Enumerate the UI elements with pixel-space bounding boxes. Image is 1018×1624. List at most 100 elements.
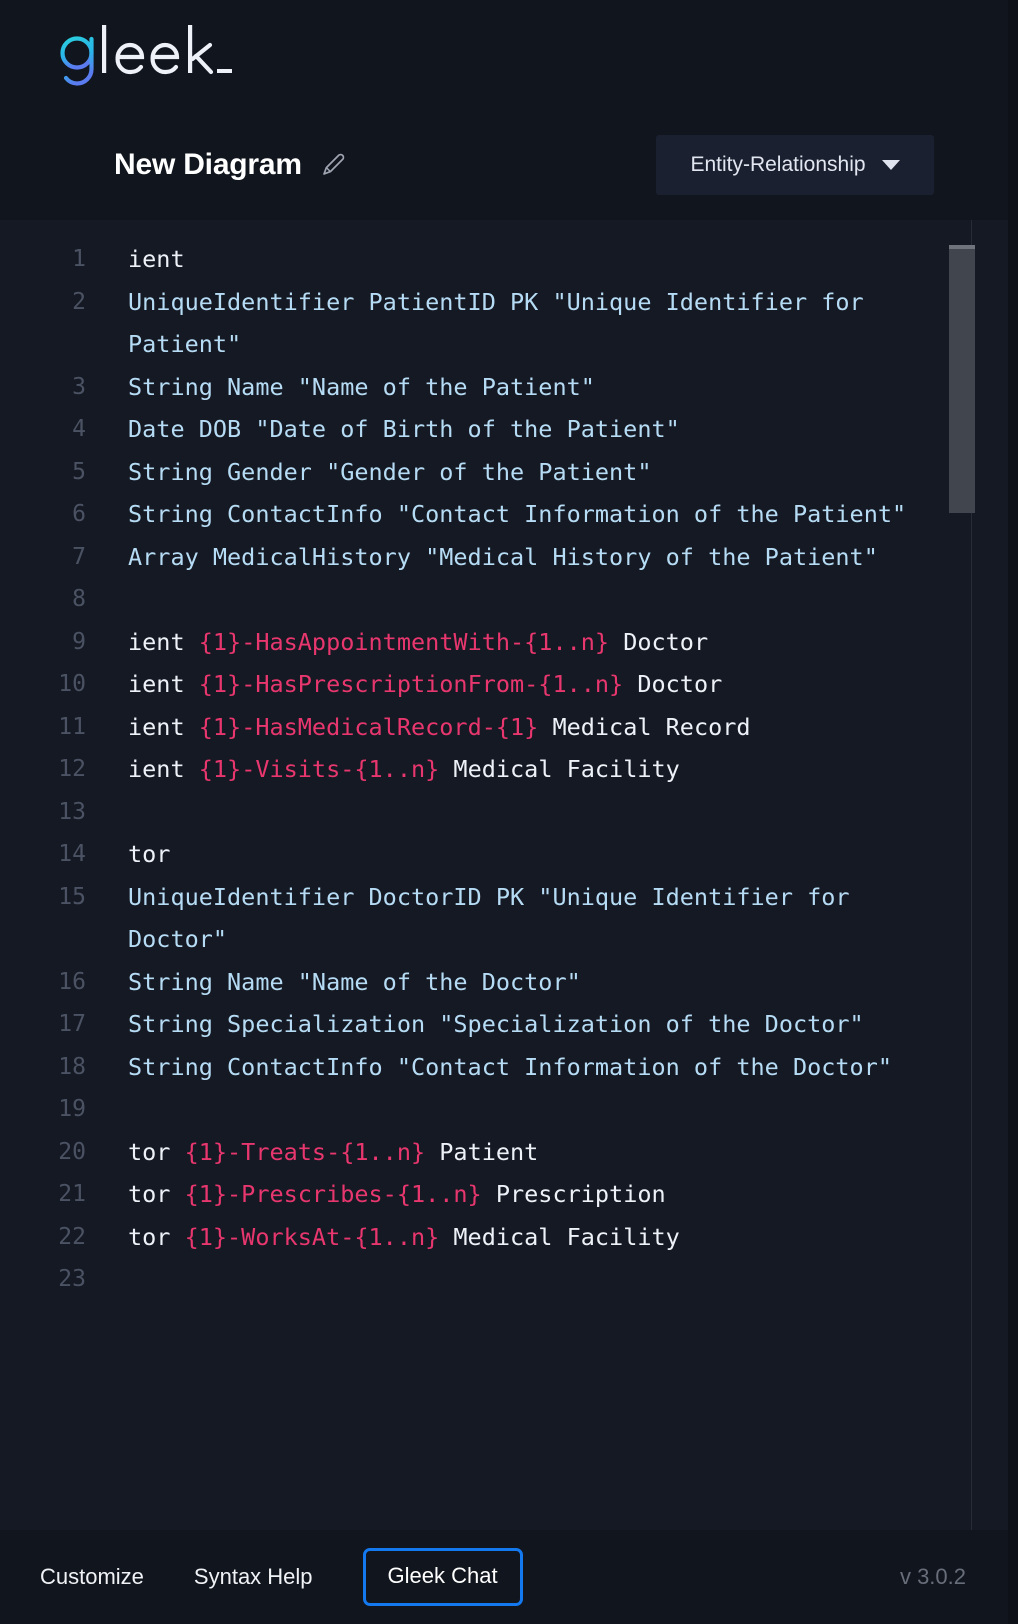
code-line[interactable]: 8 — [0, 578, 1008, 621]
editor-scrollbar-thumb[interactable] — [949, 245, 975, 513]
gleek-app-window: New Diagram Entity-Relationship 1 ient 2 Un… — [0, 0, 1008, 1624]
code-line-content[interactable]: String Name "Name of the Patient" — [86, 366, 1008, 409]
code-token: {1}-Prescribes-{1..n} — [184, 1180, 482, 1208]
code-line[interactable]: 2 UniqueIdentifier PatientID PK "Unique I… — [0, 281, 1008, 366]
code-line[interactable]: 9 ient {1}-HasAppointmentWith-{1..n} Doct… — [0, 621, 1008, 664]
code-line-content[interactable]: tor {1}-Prescribes-{1..n} Prescription — [86, 1173, 1008, 1216]
code-line-content[interactable] — [86, 791, 1008, 834]
code-line[interactable]: 7 Array MedicalHistory "Medical History o… — [0, 536, 1008, 579]
code-line-content[interactable]: String Specialization "Specialization of… — [86, 1003, 1008, 1046]
code-line-content[interactable] — [86, 1258, 1008, 1301]
code-line-content[interactable]: String ContactInfo "Contact Information … — [86, 493, 1008, 536]
code-line[interactable]: 19 — [0, 1088, 1008, 1131]
code-token: String Specialization "Specialization of… — [128, 1010, 864, 1038]
line-number: 2 — [72, 288, 86, 315]
code-token: Patient — [425, 1137, 539, 1166]
code-line[interactable]: 18 String ContactInfo "Contact Informatio… — [0, 1046, 1008, 1089]
line-number: 22 — [58, 1223, 86, 1250]
code-token: Date DOB "Date of Birth of the Patient" — [128, 415, 680, 443]
line-number: 18 — [58, 1053, 86, 1080]
code-token: {1}-Visits-{1..n} — [198, 755, 440, 783]
code-token: ient — [128, 755, 199, 783]
code-line-content[interactable]: tor {1}-Treats-{1..n} Patient — [86, 1131, 1008, 1174]
code-line[interactable]: 16 String Name "Name of the Doctor" — [0, 961, 1008, 1004]
code-token: Medical Facility — [439, 755, 680, 783]
code-line-content[interactable]: Date DOB "Date of Birth of the Patient" — [86, 408, 1008, 451]
code-token: tor — [128, 1222, 185, 1251]
line-number: 12 — [58, 756, 86, 782]
code-line-content[interactable]: tor {1}-WorksAt-{1..n} Medical Facility — [86, 1216, 1008, 1259]
code-line-content[interactable]: String Gender "Gender of the Patient" — [86, 451, 1008, 494]
code-line[interactable]: 22 tor {1}-WorksAt-{1..n} Medical Facilit… — [0, 1216, 1008, 1259]
brand-bar — [0, 0, 1008, 110]
line-number: 5 — [72, 458, 86, 485]
code-line[interactable]: 23 — [0, 1258, 1008, 1301]
code-line[interactable]: 4 Date DOB "Date of Birth of the Patient" — [0, 408, 1008, 451]
code-line[interactable]: 10 ient {1}-HasPrescriptionFrom-{1..n} Do… — [0, 663, 1008, 706]
gleek-chat-button[interactable]: Gleek Chat — [362, 1548, 523, 1606]
code-token: ient — [128, 712, 199, 741]
code-token: String Name "Name of the Doctor" — [128, 967, 581, 996]
line-number: 1 — [72, 246, 86, 272]
diagram-type-select[interactable]: Entity-Relationship — [656, 135, 934, 195]
code-line-content[interactable]: UniqueIdentifier PatientID PK "Unique Id… — [86, 281, 1008, 366]
code-editor[interactable]: 1 ient 2 UniqueIdentifier PatientID PK "Uni… — [0, 220, 1008, 1530]
code-line-content[interactable]: UniqueIdentifier DoctorID PK "Unique Ide… — [86, 876, 1008, 961]
line-number: 11 — [58, 713, 86, 740]
code-line[interactable]: 1 ient — [0, 238, 1008, 281]
code-line[interactable]: 17 String Specialization "Specialization … — [0, 1003, 1008, 1046]
syntax-help-button[interactable]: Syntax Help — [194, 1564, 313, 1590]
code-line[interactable]: 5 String Gender "Gender of the Patient" — [0, 451, 1008, 494]
chevron-down-icon — [881, 160, 900, 170]
code-token: UniqueIdentifier PatientID PK "Unique Id… — [128, 287, 878, 359]
code-line[interactable]: 21 tor {1}-Prescribes-{1..n} Prescription — [0, 1173, 1008, 1216]
code-token: Prescription — [481, 1180, 666, 1208]
code-token: {1}-HasAppointmentWith-{1..n} — [198, 627, 610, 656]
code-token: tor — [128, 1180, 185, 1208]
code-line-content[interactable]: ient {1}-HasMedicalRecord-{1} Medical Re… — [86, 706, 1008, 749]
code-line[interactable]: 11 ient {1}-HasMedicalRecord-{1} Medical … — [0, 706, 1008, 749]
code-line[interactable]: 3 String Name "Name of the Patient" — [0, 366, 1008, 409]
gleek-logo[interactable] — [58, 19, 233, 91]
code-line-content[interactable]: Array MedicalHistory "Medical History of… — [86, 536, 1008, 579]
code-token: String ContactInfo "Contact Information … — [128, 1052, 893, 1081]
code-line-content[interactable]: ient {1}-Visits-{1..n} Medical Facility — [86, 748, 1008, 791]
code-token: Array MedicalHistory "Medical History of… — [128, 542, 878, 571]
code-token: Medical Record — [538, 712, 751, 741]
code-line[interactable]: 14 tor — [0, 833, 1008, 876]
code-line[interactable]: 12 ient {1}-Visits-{1..n} Medical Facilit… — [0, 748, 1008, 791]
line-number: 4 — [72, 416, 86, 442]
code-line-content[interactable] — [86, 578, 1008, 621]
code-editor-panel[interactable]: 1 ient 2 UniqueIdentifier PatientID PK "Uni… — [0, 220, 1008, 1530]
line-number: 7 — [72, 543, 86, 570]
line-number: 17 — [58, 1011, 86, 1037]
line-number: 15 — [58, 883, 86, 910]
code-line[interactable]: 13 — [0, 791, 1008, 834]
line-number: 3 — [72, 373, 86, 400]
pencil-icon[interactable] — [320, 152, 346, 178]
code-line-content[interactable] — [86, 1088, 1008, 1131]
code-line[interactable]: 6 String ContactInfo "Contact Information… — [0, 493, 1008, 536]
code-line[interactable]: 20 tor {1}-Treats-{1..n} Patient — [0, 1131, 1008, 1174]
code-line-content[interactable]: String ContactInfo "Contact Information … — [86, 1046, 1008, 1089]
code-line-content[interactable]: String Name "Name of the Doctor" — [86, 961, 1008, 1004]
code-line-content[interactable]: ient — [86, 238, 1008, 281]
line-number: 9 — [72, 628, 86, 655]
code-line[interactable]: 15 UniqueIdentifier DoctorID PK "Unique I… — [0, 876, 1008, 961]
customize-button[interactable]: Customize — [40, 1564, 144, 1590]
code-token: ient — [128, 627, 199, 656]
line-number: 20 — [58, 1138, 86, 1165]
bottom-toolbar: Customize Syntax Help Gleek Chat v 3.0.2 — [0, 1530, 1008, 1624]
code-token: String Name "Name of the Patient" — [128, 372, 595, 401]
line-number: 13 — [58, 798, 86, 825]
code-line-content[interactable]: ient {1}-HasPrescriptionFrom-{1..n} Doct… — [86, 663, 1008, 706]
line-number: 16 — [58, 968, 86, 995]
diagram-title-bar: New Diagram Entity-Relationship — [0, 110, 1008, 220]
code-line-content[interactable]: ient {1}-HasAppointmentWith-{1..n} Docto… — [86, 621, 1008, 664]
line-number: 8 — [72, 586, 86, 612]
line-number: 21 — [58, 1181, 86, 1207]
code-token: {1}-HasPrescriptionFrom-{1..n} — [198, 670, 624, 698]
code-token: ient — [128, 670, 199, 698]
code-line-content[interactable]: tor — [86, 833, 1008, 876]
line-number: 10 — [58, 671, 86, 697]
